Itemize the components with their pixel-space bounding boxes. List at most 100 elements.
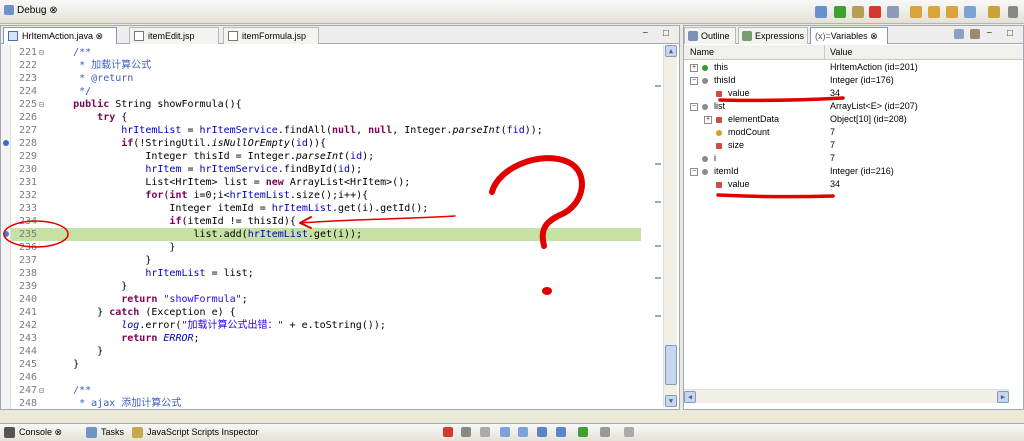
line-number[interactable]: 232 — [11, 189, 39, 202]
code-text[interactable]: /** — [49, 385, 91, 396]
line-number[interactable]: 247 — [11, 384, 39, 397]
close-icon[interactable]: ⊗ — [49, 5, 57, 16]
variable-row-list[interactable]: − list ArrayList<E> (id=207) — [684, 100, 1023, 113]
variables-horizontal-scrollbar[interactable]: ◀ ▶ — [684, 389, 1009, 403]
code-line-236[interactable]: 236 } — [11, 241, 641, 254]
tab-outline[interactable]: Outline — [684, 27, 736, 44]
code-line-221[interactable]: 221 ⊟ /** — [11, 46, 641, 59]
resume-icon[interactable] — [834, 6, 846, 18]
close-icon[interactable]: ⊗ — [870, 31, 878, 41]
code-text[interactable]: hrItemList = list; — [49, 268, 253, 279]
variable-row-value[interactable]: value 34 — [684, 87, 1023, 100]
overview-mark[interactable] — [655, 315, 661, 317]
collapse-all-icon[interactable] — [970, 29, 980, 39]
line-number[interactable]: 221 — [11, 46, 39, 59]
code-text[interactable]: } — [49, 242, 175, 253]
code-text[interactable]: } — [49, 359, 79, 370]
code-text[interactable]: List<HrItem> list = new ArrayList<HrItem… — [49, 177, 410, 188]
line-number[interactable]: 243 — [11, 332, 39, 345]
code-text[interactable]: * @return — [49, 73, 133, 84]
use-step-filters-icon[interactable] — [988, 6, 1000, 18]
line-number[interactable]: 227 — [11, 124, 39, 137]
code-line-224[interactable]: 224 */ — [11, 85, 641, 98]
scroll-left-icon[interactable]: ◀ — [684, 391, 696, 403]
view-menu-icon[interactable] — [600, 427, 610, 437]
code-line-222[interactable]: 222 * 加载计算公式 — [11, 59, 641, 72]
code-line-228[interactable]: 228 if(!StringUtil.isNullOrEmpty(id)){ — [11, 137, 641, 150]
code-line-241[interactable]: 241 } catch (Exception e) { — [11, 306, 641, 319]
column-value-header[interactable]: Value — [830, 47, 852, 57]
code-text[interactable]: } — [49, 281, 127, 292]
code-text[interactable]: * ajax 添加计算公式 — [49, 398, 181, 409]
variables-window-controls[interactable]: − □ — [986, 28, 1019, 39]
code-lines[interactable]: 221 ⊟ /** 222 * 加载计算公式 223 * @return 224 */2… — [11, 45, 641, 409]
code-text[interactable]: for(int i=0;i<hrItemList.size();i++){ — [49, 190, 368, 201]
step-over-icon[interactable] — [928, 6, 940, 18]
code-text[interactable]: } catch (Exception e) { — [49, 307, 236, 318]
code-line-227[interactable]: 227 hrItemList = hrItemService.findAll(n… — [11, 124, 641, 137]
editor-vertical-scrollbar[interactable]: ▲ ▼ — [663, 45, 677, 407]
suspend-icon[interactable] — [852, 6, 864, 18]
code-line-246[interactable]: 246 — [11, 371, 641, 384]
tab-itemformula-jsp[interactable]: itemFormula.jsp — [223, 27, 319, 44]
code-line-239[interactable]: 239 } — [11, 280, 641, 293]
line-number[interactable]: 231 — [11, 176, 39, 189]
code-text[interactable]: if(itemId != thisId){ — [49, 216, 295, 227]
variable-row-thisid[interactable]: − thisId Integer (id=176) — [684, 74, 1023, 87]
variable-row-i[interactable]: i7 — [684, 152, 1023, 165]
overview-mark[interactable] — [655, 277, 661, 279]
variable-row-itemid[interactable]: − itemId Integer (id=216) — [684, 165, 1023, 178]
line-number[interactable]: 241 — [11, 306, 39, 319]
line-number[interactable]: 230 — [11, 163, 39, 176]
step-into-icon[interactable] — [910, 6, 922, 18]
remove-launch-icon[interactable] — [461, 427, 471, 437]
line-number[interactable]: 235 — [11, 228, 39, 241]
overview-mark[interactable] — [655, 201, 661, 203]
fold-toggle-icon[interactable]: ⊟ — [39, 384, 49, 397]
code-line-234[interactable]: 234 if(itemId != thisId){ — [11, 215, 641, 228]
code-text[interactable]: try { — [49, 112, 127, 123]
code-line-237[interactable]: 237 } — [11, 254, 641, 267]
line-number[interactable]: 222 — [11, 59, 39, 72]
fold-toggle-icon[interactable]: ⊟ — [39, 46, 49, 59]
collapse-icon[interactable]: − — [690, 103, 698, 111]
variable-row-size[interactable]: size 7 — [684, 139, 1023, 152]
instruction-pointer-icon[interactable] — [3, 231, 9, 237]
variable-row-this[interactable]: + this HrItemAction (id=201) — [684, 61, 1023, 74]
overview-mark[interactable] — [655, 245, 661, 247]
code-text[interactable]: Integer thisId = Integer.parseInt(id); — [49, 151, 374, 162]
line-number[interactable]: 242 — [11, 319, 39, 332]
minimize-icon[interactable] — [624, 427, 634, 437]
variable-row-modcount[interactable]: modCount 7 — [684, 126, 1023, 139]
code-line-244[interactable]: 244 } — [11, 345, 641, 358]
code-text[interactable]: if(!StringUtil.isNullOrEmpty(id)){ — [49, 138, 326, 149]
column-divider[interactable] — [824, 45, 825, 60]
line-number[interactable]: 239 — [11, 280, 39, 293]
code-text[interactable]: } — [49, 346, 103, 357]
line-number[interactable]: 244 — [11, 345, 39, 358]
code-line-229[interactable]: 229 Integer thisId = Integer.parseInt(id… — [11, 150, 641, 163]
line-number[interactable]: 228 — [11, 137, 39, 150]
line-number[interactable]: 246 — [11, 371, 39, 384]
overview-ruler[interactable] — [654, 45, 662, 407]
disconnect-icon[interactable] — [887, 6, 899, 18]
collapse-icon[interactable]: − — [690, 77, 698, 85]
line-number[interactable]: 248 — [11, 397, 39, 409]
line-number[interactable]: 237 — [11, 254, 39, 267]
display-console-icon[interactable] — [556, 427, 566, 437]
drop-to-frame-icon[interactable] — [964, 6, 976, 18]
code-line-226[interactable]: 226 try { — [11, 111, 641, 124]
line-number[interactable]: 233 — [11, 202, 39, 215]
open-console-icon[interactable] — [578, 427, 588, 437]
breakpoint-marker-icon[interactable] — [3, 140, 9, 146]
code-text[interactable]: /** — [49, 47, 91, 58]
expand-icon[interactable]: + — [690, 64, 698, 72]
terminate-console-icon[interactable] — [443, 427, 453, 437]
step-return-icon[interactable] — [946, 6, 958, 18]
line-number[interactable]: 224 — [11, 85, 39, 98]
code-line-235[interactable]: 235 list.add(hrItemList.get(i)); — [11, 228, 641, 241]
variable-row-value[interactable]: value 34 — [684, 178, 1023, 191]
code-line-225[interactable]: 225 ⊟ public String showFormula(){ — [11, 98, 641, 111]
variable-row-elementdata[interactable]: + elementData Object[10] (id=208) — [684, 113, 1023, 126]
code-text[interactable]: */ — [49, 86, 91, 97]
